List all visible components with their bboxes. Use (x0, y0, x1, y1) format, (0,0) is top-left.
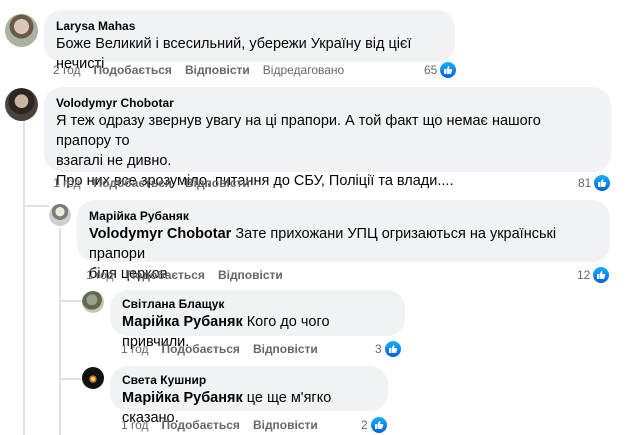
comment-text-line: Я теж одразу звернув увагу на ці прапори… (56, 113, 541, 149)
comment-bubble: Larysa Mahas Боже Великий і всесильний, … (44, 10, 455, 72)
avatar[interactable] (49, 204, 71, 226)
reaction-count[interactable]: 81 (578, 174, 611, 192)
mention-link[interactable]: Марійка Рубаняк (122, 390, 243, 406)
comment-text-line: взагалі не дивно. (56, 153, 172, 169)
like-button[interactable]: Подобається (94, 176, 172, 190)
reply-button[interactable]: Відповісти (253, 418, 318, 432)
thumbs-up-icon (594, 175, 611, 191)
comment-text-line: Volodymyr Chobotar Зате прихожани УПЦ ог… (89, 224, 598, 264)
thread-line (59, 300, 81, 302)
comment-time[interactable]: 1 год (86, 268, 114, 282)
reaction-count[interactable]: 2 (361, 416, 387, 434)
reply-button[interactable]: Відповісти (253, 342, 318, 356)
reaction-count[interactable]: 12 (577, 266, 610, 284)
comment-bubble: Світлана Блащук Марійка Рубаняк Кого до … (110, 290, 405, 350)
comment-actions: 2 год Подобається Відповісти Відредаговано (53, 62, 357, 78)
reaction-number: 12 (577, 268, 591, 282)
comment-bubble: Марійка Рубаняк Volodymyr Chobotar Зате … (77, 200, 610, 282)
like-button[interactable]: Подобається (162, 342, 240, 356)
comment-time[interactable]: 1 год (121, 418, 149, 432)
comment-actions: 1 год Подобається Відповісти (86, 267, 296, 283)
like-button[interactable]: Подобається (127, 268, 205, 282)
comment-time[interactable]: 1 год (121, 342, 149, 356)
comment-author[interactable]: Світлана Блащук (122, 296, 393, 312)
thread-line (59, 378, 81, 380)
comment-author[interactable]: Larysa Mahas (56, 18, 443, 34)
comment-actions: 1 год Подобається Відповісти (53, 175, 263, 191)
thumbs-up-icon (370, 417, 387, 433)
avatar[interactable] (82, 291, 104, 313)
comment-bubble: Volodymyr Chobotar Я теж одразу звернув … (44, 87, 611, 189)
reply-button[interactable]: Відповісти (185, 176, 250, 190)
comment-bubble: Света Кушнир Марійка Рубаняк це ще м'ягк… (110, 366, 388, 426)
thumbs-up-icon (593, 267, 610, 283)
comment-time[interactable]: 2 год (53, 63, 81, 77)
avatar[interactable] (5, 14, 38, 47)
comment-author[interactable]: Volodymyr Chobotar (56, 95, 599, 111)
avatar[interactable] (82, 367, 104, 389)
comment-actions: 1 год Подобається Відповісти (121, 417, 331, 433)
reply-button[interactable]: Відповісти (185, 63, 250, 77)
reaction-number: 3 (375, 342, 382, 356)
mention-link[interactable]: Volodymyr Chobotar (89, 226, 231, 242)
reaction-number: 65 (424, 63, 438, 77)
thread-line (23, 205, 49, 207)
mention-link[interactable]: Марійка Рубаняк (122, 314, 243, 330)
reaction-number: 81 (578, 176, 592, 190)
reaction-number: 2 (361, 418, 368, 432)
comment-time[interactable]: 1 год (53, 176, 81, 190)
like-button[interactable]: Подобається (94, 63, 172, 77)
comment-actions: 1 год Подобається Відповісти (121, 341, 331, 357)
reply-button[interactable]: Відповісти (218, 268, 283, 282)
comment-author[interactable]: Марійка Рубаняк (89, 208, 598, 224)
thumbs-up-icon (440, 62, 457, 78)
like-button[interactable]: Подобається (162, 418, 240, 432)
edited-label: Відредаговано (262, 63, 345, 77)
thread-line (23, 118, 25, 435)
thread-line (59, 228, 61, 435)
reaction-count[interactable]: 65 (424, 61, 457, 79)
reaction-count[interactable]: 3 (375, 340, 401, 358)
thumbs-up-icon (384, 341, 401, 357)
avatar[interactable] (5, 88, 38, 121)
comment-author[interactable]: Света Кушнир (122, 372, 376, 388)
